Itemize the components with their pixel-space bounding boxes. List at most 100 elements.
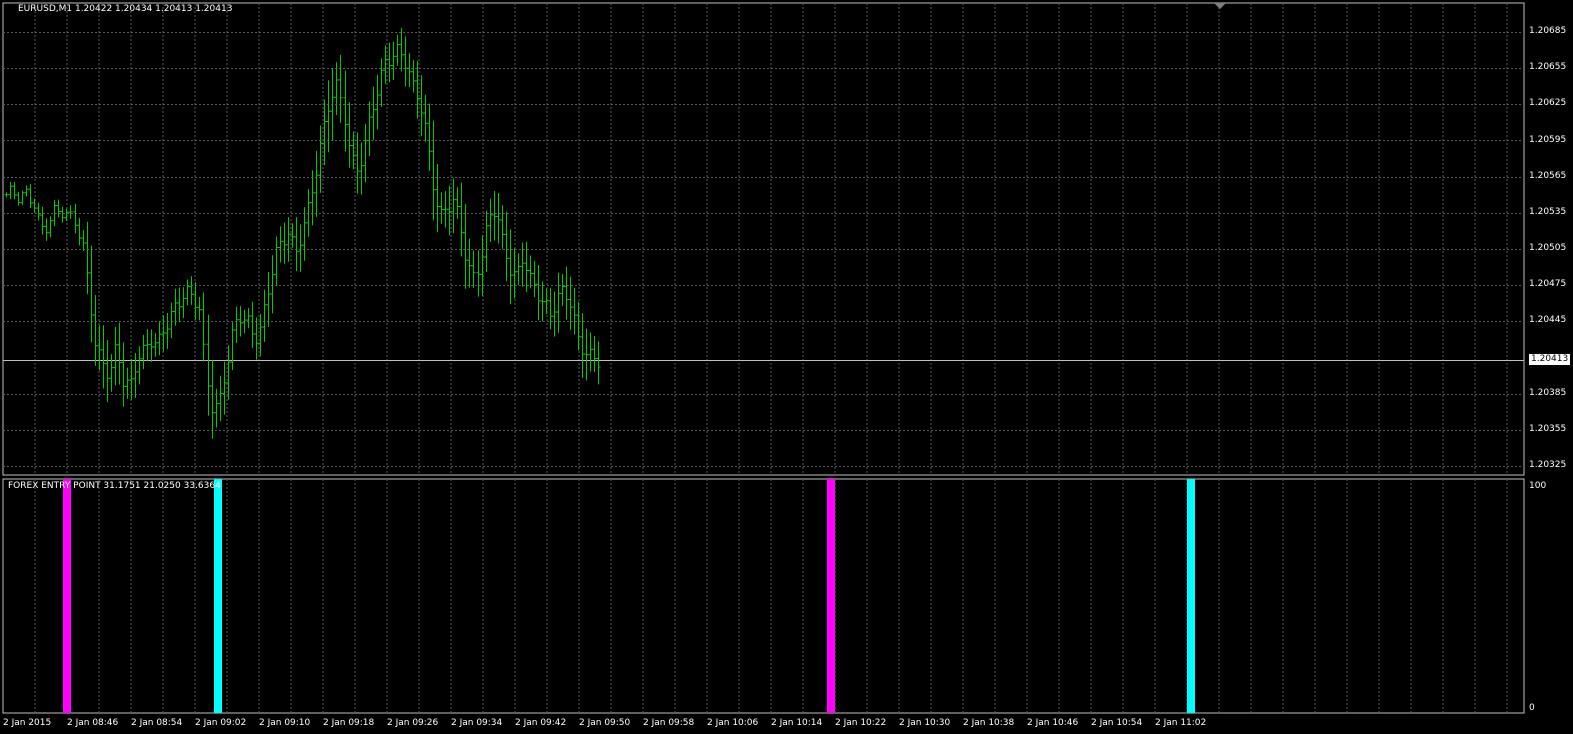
ohlc-bar <box>133 352 138 398</box>
ohlc-bar <box>516 253 521 285</box>
ohlc-bar <box>28 184 33 208</box>
chart-canvas <box>2 2 1525 714</box>
time-tick-label: 2 Jan 10:22 <box>835 718 887 728</box>
ohlc-bar <box>451 178 456 234</box>
ohlc-bar <box>471 250 476 288</box>
ohlc-bar <box>532 260 537 297</box>
ohlc-bar <box>246 307 251 329</box>
time-tick-label: 2 Jan 09:34 <box>451 718 503 728</box>
ohlc-bar <box>117 322 122 385</box>
indicator-pane-frame <box>2 478 1525 714</box>
ohlc-bar <box>419 75 424 137</box>
ohlc-bar <box>488 198 493 243</box>
ohlc-bar <box>153 333 158 357</box>
ohlc-bar <box>218 375 223 422</box>
time-tick-label: 2 Jan 09:18 <box>323 718 375 728</box>
indicator-min-label: 0 <box>1529 703 1535 713</box>
ohlc-bar <box>230 322 235 370</box>
ohlc-bar <box>540 281 545 322</box>
ohlc-bar <box>572 287 577 335</box>
ohlc-bar <box>16 192 21 206</box>
time-tick-label: 2 Jan 11:02 <box>1155 718 1207 728</box>
ohlc-bar <box>141 334 146 370</box>
ohlc-bar <box>588 332 593 372</box>
ohlc-bar <box>12 181 17 200</box>
time-tick-label: 2 Jan 10:54 <box>1091 718 1143 728</box>
ohlc-bar <box>274 236 279 286</box>
time-tick-label: 2 Jan 10:30 <box>899 718 951 728</box>
ohlc-bar <box>467 238 472 288</box>
ohlc-bar <box>459 182 464 257</box>
price-tick-label: 1.20655 <box>1529 62 1567 73</box>
ohlc-bar <box>32 198 37 213</box>
ohlc-bar <box>101 325 106 389</box>
time-tick-label: 2 Jan 09:26 <box>387 718 439 728</box>
buy-signal-bar <box>214 479 222 713</box>
ohlc-bar <box>427 103 432 171</box>
ohlc-bar <box>359 142 364 195</box>
ohlc-bar <box>528 255 533 289</box>
ohlc-bar <box>60 206 65 223</box>
sell-signal-bar <box>827 479 835 713</box>
price-tick-label: 1.20445 <box>1529 315 1567 326</box>
ohlc-bar <box>423 94 428 142</box>
ohlc-bar <box>109 354 114 392</box>
ohlc-bar <box>254 317 259 360</box>
ohlc-bar <box>40 206 45 235</box>
ohlc-bar <box>77 217 82 246</box>
ohlc-bar <box>85 221 90 295</box>
ohlc-bar <box>556 272 561 333</box>
ohlc-bar <box>206 314 211 416</box>
ohlc-bar <box>395 34 400 66</box>
ohlc-bar <box>596 341 601 385</box>
ohlc-bar <box>270 255 275 314</box>
price-tick-label: 1.20625 <box>1529 98 1567 109</box>
ohlc-bar <box>161 315 166 352</box>
ohlc-bar <box>552 291 557 337</box>
ohlc-bar <box>298 224 303 273</box>
ohlc-bar <box>484 210 489 273</box>
ohlc-bar <box>512 248 517 299</box>
ohlc-bar <box>407 52 412 88</box>
ohlc-bar <box>81 229 86 252</box>
time-tick-label: 2 Jan 09:02 <box>195 718 247 728</box>
ohlc-bar <box>310 170 315 226</box>
time-tick-label: 2 Jan 10:38 <box>963 718 1015 728</box>
ohlc-bar <box>334 62 339 115</box>
ohlc-bar <box>36 202 41 221</box>
ohlc-bar <box>435 164 440 233</box>
ohlc-bar <box>508 229 513 305</box>
buy-signal-bar <box>1187 479 1195 713</box>
ohlc-bar <box>8 181 13 199</box>
price-tick-label: 1.20355 <box>1529 423 1567 434</box>
ohlc-bar <box>262 289 267 343</box>
ohlc-bar <box>326 80 331 153</box>
time-tick-label: 2 Jan 09:50 <box>579 718 631 728</box>
ohlc-bar <box>201 292 206 362</box>
ohlc-bar <box>48 216 53 238</box>
ohlc-bar <box>347 102 352 168</box>
ohlc-bar <box>193 282 198 320</box>
ohlc-bar <box>415 60 420 119</box>
price-tick-label: 1.20505 <box>1529 243 1567 253</box>
ohlc-bar <box>496 193 501 244</box>
ohlc-bar <box>371 86 376 140</box>
ohlc-bar <box>185 279 190 306</box>
ohlc-bar <box>391 41 396 81</box>
ohlc-bar <box>318 125 323 193</box>
ohlc-bar <box>367 101 372 157</box>
price-tick-label: 1.20595 <box>1529 134 1567 145</box>
ohlc-bar <box>399 27 404 72</box>
ohlc-bar <box>169 302 174 338</box>
ohlc-bar <box>24 185 29 197</box>
ohlc-bar <box>181 287 186 319</box>
time-tick-label: 2 Jan 10:14 <box>771 718 823 728</box>
ohlc-bar <box>294 217 299 271</box>
ohlc-bar <box>500 205 505 250</box>
ohlc-bar <box>266 271 271 327</box>
ohlc-bar <box>302 207 307 261</box>
ohlc-bar <box>149 329 154 362</box>
ohlc-bar <box>375 75 380 130</box>
ohlc-bar <box>173 288 178 326</box>
ohlc-bar <box>89 245 94 343</box>
